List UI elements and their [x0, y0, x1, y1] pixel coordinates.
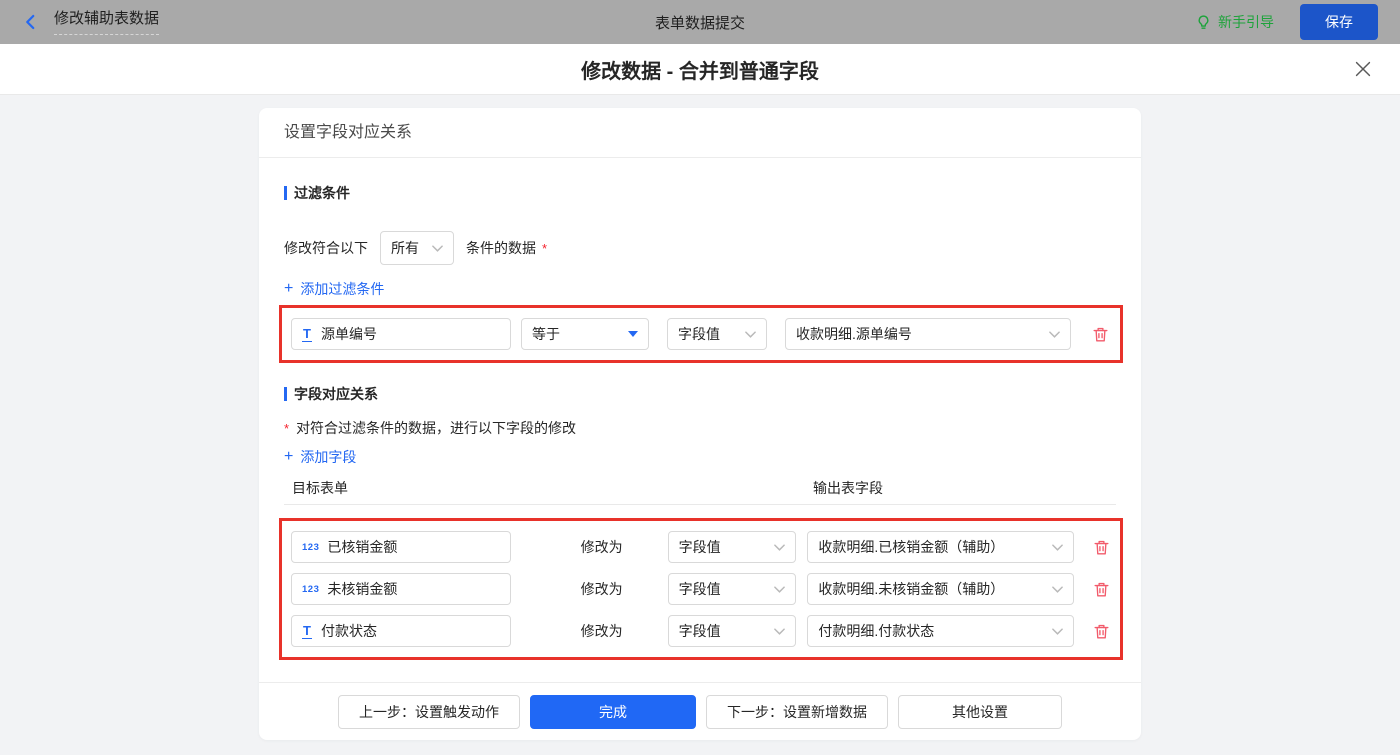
filter-condition-row: T 源单编号 等于 字段值 收款明细.源单编号: [291, 318, 1111, 350]
beginner-guide-link[interactable]: 新手引导: [1195, 12, 1274, 32]
triangle-down-icon: [628, 331, 638, 337]
page-title: 表单数据提交: [654, 14, 745, 32]
table-header-divider: [284, 504, 1116, 505]
chevron-down-icon: [774, 543, 786, 551]
top-bar: 表单数据提交 修改辅助表数据 新手引导 保存: [0, 0, 1400, 44]
plus-icon: +: [284, 280, 294, 297]
chevron-down-icon: [432, 244, 443, 252]
lightbulb-icon: [1195, 14, 1212, 31]
delete-row-trash-icon[interactable]: [1092, 580, 1111, 599]
dialog-body: 设置字段对应关系 过滤条件 修改符合以下 所有 条件的数据 * + 添加过滤条件…: [0, 108, 1400, 755]
close-icon[interactable]: [1352, 58, 1374, 80]
flow-name[interactable]: 修改辅助表数据: [54, 9, 160, 35]
number-field-icon: 123: [302, 583, 320, 595]
save-button[interactable]: 保存: [1300, 4, 1378, 40]
target-form-column-header: 目标表单: [292, 480, 348, 496]
plus-icon: +: [284, 448, 294, 465]
condition-operator-select[interactable]: 等于: [521, 318, 649, 350]
settings-card: 设置字段对应关系 过滤条件 修改符合以下 所有 条件的数据 * + 添加过滤条件…: [259, 108, 1141, 740]
value-type-select[interactable]: 字段值: [667, 573, 797, 605]
number-field-icon: 123: [302, 541, 320, 553]
mapping-row: 123 已核销金额 修改为 字段值 收款明细.已核销金额（辅助）: [291, 531, 1111, 563]
mapping-row: T 付款状态 修改为 字段值 付款明细.付款状态: [291, 615, 1111, 647]
chevron-down-icon: [774, 585, 786, 593]
target-field-input[interactable]: 123 未核销金额: [291, 573, 511, 605]
add-field-link[interactable]: + 添加字段: [284, 447, 356, 467]
mapping-table-header: 目标表单 输出表字段: [284, 478, 1116, 496]
card-title: 设置字段对应关系: [259, 108, 1141, 158]
condition-value-select[interactable]: 收款明细.源单编号: [785, 318, 1071, 350]
text-field-icon: T: [302, 325, 312, 342]
output-field-column-header: 输出表字段: [813, 480, 883, 496]
dialog-title: 修改数据 - 合并到普通字段: [581, 60, 819, 83]
text-field-icon: T: [302, 622, 312, 639]
match-mode-select[interactable]: 所有: [380, 231, 454, 265]
output-field-select[interactable]: 收款明细.未核销金额（辅助）: [807, 573, 1075, 605]
delete-row-trash-icon[interactable]: [1092, 622, 1111, 641]
output-field-select[interactable]: 付款明细.付款状态: [807, 615, 1075, 647]
output-field-select[interactable]: 收款明细.已核销金额（辅助）: [807, 531, 1075, 563]
beginner-guide-label: 新手引导: [1218, 14, 1274, 30]
chevron-down-icon: [1052, 585, 1063, 593]
modify-to-label: 修改为: [580, 539, 623, 555]
filter-section-title: 过滤条件: [284, 183, 1116, 203]
required-mark: *: [284, 420, 290, 436]
footer-actions: 上一步：设置触发动作 完成 下一步：设置新增数据 其他设置: [259, 695, 1141, 729]
footer-divider: [259, 682, 1141, 683]
target-field-input[interactable]: 123 已核销金额: [291, 531, 511, 563]
modify-to-label: 修改为: [580, 623, 623, 639]
required-mark: *: [542, 240, 548, 256]
mapping-row: 123 未核销金额 修改为 字段值 收款明细.未核销金额（辅助）: [291, 573, 1111, 605]
condition-field-input[interactable]: T 源单编号: [291, 318, 511, 350]
mapping-highlight-rect: 123 已核销金额 修改为 字段值 收款明细.已核销金额（辅助） 123 未核销…: [279, 518, 1123, 660]
add-filter-condition-link[interactable]: + 添加过滤条件: [284, 279, 384, 299]
match-condition-row: 修改符合以下 所有 条件的数据 *: [284, 231, 1116, 265]
mapping-description: * 对符合过滤条件的数据，进行以下字段的修改: [284, 420, 577, 436]
back-icon[interactable]: [22, 13, 40, 31]
chevron-down-icon: [1052, 627, 1063, 635]
filter-highlight-rect: T 源单编号 等于 字段值 收款明细.源单编号: [279, 305, 1123, 363]
chevron-down-icon: [1049, 330, 1060, 338]
chevron-down-icon: [745, 330, 756, 338]
section-accent-bar: [284, 186, 287, 200]
delete-condition-trash-icon[interactable]: [1091, 325, 1110, 344]
match-suffix-label: 条件的数据: [466, 240, 536, 256]
condition-value-type-select[interactable]: 字段值: [667, 318, 767, 350]
target-field-input[interactable]: T 付款状态: [291, 615, 511, 647]
done-button[interactable]: 完成: [530, 695, 696, 729]
prev-step-button[interactable]: 上一步：设置触发动作: [338, 695, 520, 729]
delete-row-trash-icon[interactable]: [1092, 538, 1111, 557]
dialog-header: 修改数据 - 合并到普通字段: [0, 44, 1400, 95]
value-type-select[interactable]: 字段值: [667, 531, 797, 563]
chevron-down-icon: [774, 627, 786, 635]
modify-to-label: 修改为: [580, 581, 623, 597]
section-accent-bar: [284, 387, 287, 401]
chevron-down-icon: [1052, 543, 1063, 551]
match-prefix-label: 修改符合以下: [284, 240, 368, 256]
value-type-select[interactable]: 字段值: [667, 615, 797, 647]
other-settings-button[interactable]: 其他设置: [898, 695, 1062, 729]
next-step-button[interactable]: 下一步：设置新增数据: [706, 695, 888, 729]
mapping-section-title: 字段对应关系: [284, 384, 1116, 404]
